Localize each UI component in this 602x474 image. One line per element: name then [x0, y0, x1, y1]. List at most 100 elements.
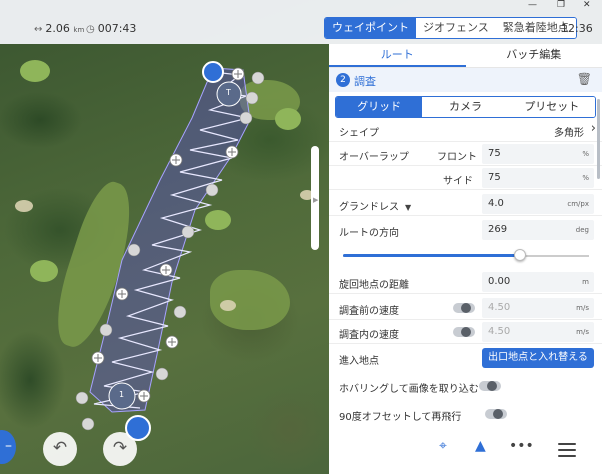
shape-row[interactable]: シェイプ 多角形 › [329, 118, 602, 142]
turn-distance-value: 0.00 [488, 276, 511, 287]
mode-tabs: ウェイポイント ジオフェンス 緊急着陸地点 [324, 17, 577, 39]
vertex-handle [173, 305, 187, 319]
menu-icon [558, 443, 576, 445]
side-label: サイド [443, 176, 473, 187]
slider-fill [343, 254, 521, 257]
restore-icon[interactable]: ❐ [557, 0, 565, 10]
survey-sub-tabs: グリッド カメラ プリセット [335, 96, 596, 118]
tab-route[interactable]: ルート [329, 44, 466, 67]
survey-start-label: 1 [119, 390, 125, 399]
clock: 12:36 [561, 22, 593, 35]
shape-value: 多角形 [554, 128, 584, 139]
menu-icon [558, 449, 576, 451]
top-bar: — ❐ ✕ ↔ 2.06 km ◷ 007:43 ウェイポイント ジオフェンス 緊急… [0, 0, 602, 44]
vertex-handle [239, 111, 253, 125]
gsd-input[interactable]: 4.0 cm/px [482, 194, 594, 214]
vertex-handle [251, 71, 265, 85]
entry-point-label: 進入地点 [339, 356, 379, 367]
turn-distance-row: 旋回地点の距離 0.00 m [329, 270, 602, 294]
vertex-handle [155, 367, 169, 381]
direction-input[interactable]: 269 deg [482, 220, 594, 240]
speed-unit: m/s [576, 304, 589, 312]
vertex-handle [205, 183, 219, 197]
side-overlap-value: 75 [488, 172, 501, 183]
chevron-right-icon: ▶ [313, 196, 319, 204]
survey-header[interactable]: 2 調査 🗑 [329, 68, 602, 92]
percent-unit: % [582, 174, 589, 182]
survey-title: 調査 [354, 75, 376, 88]
overlap-label: オーバーラップ [339, 152, 409, 163]
gsd-row: グランドレス ▼ 4.0 cm/px [329, 192, 602, 216]
hover-capture-label: ホバリングして画像を取り込む [339, 384, 479, 395]
panel-scrollbar[interactable] [597, 99, 600, 179]
time-stat: ◷ 007:43 [86, 22, 136, 35]
map-tools: ⌖ ▲ ••• [425, 428, 539, 470]
pre-speed-toggle[interactable] [453, 303, 475, 313]
gsd-unit: cm/px [567, 200, 589, 208]
in-speed-value: 4.50 [488, 326, 511, 337]
overlap-side-row: サイド 75 % [329, 166, 602, 190]
takeoff-label: T [226, 88, 231, 97]
vertex-handle [181, 225, 195, 239]
turn-distance-label: 旋回地点の距離 [339, 280, 409, 291]
overlap-front-row: オーバーラップ フロント 75 % [329, 142, 602, 166]
panel-tabs: ルート バッチ編集 [329, 44, 602, 68]
direction-unit: deg [575, 226, 589, 234]
distance-value: 2.06 [45, 22, 70, 35]
vertex-handle [245, 91, 259, 105]
in-speed-toggle[interactable] [453, 327, 475, 337]
direction-slider[interactable] [343, 249, 589, 261]
pre-survey-speed-row: 調査前の速度 4.50 m/s [329, 296, 602, 320]
swap-entry-exit-button[interactable]: 出口地点と入れ替える [482, 348, 594, 368]
tab-preset[interactable]: プリセット [508, 97, 595, 117]
gsd-label[interactable]: グランドレス ▼ [339, 198, 411, 213]
turn-distance-input[interactable]: 0.00 m [482, 272, 594, 292]
reflight-toggle[interactable] [485, 409, 507, 419]
front-overlap-value: 75 [488, 148, 501, 159]
gsd-label-text: グランドレス [339, 202, 399, 213]
gsd-value: 4.0 [488, 198, 504, 209]
tab-batch-edit[interactable]: バッチ編集 [466, 44, 602, 67]
reflight-label: 90度オフセットして再飛行 [339, 412, 462, 423]
reflight-row: 90度オフセットして再飛行 [329, 402, 602, 426]
chevron-right-icon: › [590, 121, 596, 136]
undo-button[interactable]: ↶ [43, 432, 77, 466]
hover-capture-row: ホバリングして画像を取り込む [329, 374, 602, 398]
tab-geofence[interactable]: ジオフェンス [416, 18, 496, 38]
tab-waypoint[interactable]: ウェイポイント [325, 18, 416, 38]
menu-button[interactable] [545, 428, 589, 472]
front-overlap-input[interactable]: 75 % [482, 144, 594, 164]
distance-stat: ↔ 2.06 km [34, 22, 84, 35]
shape-label: シェイプ [339, 128, 379, 139]
front-label: フロント [437, 152, 477, 163]
vertex-handle [99, 323, 113, 337]
pre-speed-input[interactable]: 4.50 m/s [482, 298, 594, 318]
hover-capture-toggle[interactable] [479, 381, 501, 391]
close-icon[interactable]: ✕ [583, 0, 591, 10]
distance-icon: ↔ [34, 24, 43, 35]
compass-icon[interactable]: ▲ [475, 438, 486, 454]
tab-camera[interactable]: カメラ [422, 97, 509, 117]
more-icon[interactable]: ••• [509, 438, 534, 454]
survey-number-badge: 2 [336, 73, 350, 87]
mission-panel: ルート バッチ編集 2 調査 🗑 グリッド カメラ プリセット シェイプ 多角形… [329, 44, 602, 474]
timer-icon: ◷ [86, 24, 95, 35]
in-speed-input[interactable]: 4.50 m/s [482, 322, 594, 342]
vertex-handle [127, 243, 141, 257]
side-overlap-input[interactable]: 75 % [482, 168, 594, 188]
percent-unit: % [582, 150, 589, 158]
drone-marker [202, 61, 224, 83]
slider-thumb[interactable] [514, 249, 527, 261]
locate-icon[interactable]: ⌖ [439, 438, 447, 454]
tab-grid[interactable]: グリッド [336, 97, 423, 117]
redo-button[interactable]: ↷ [103, 432, 137, 466]
distance-unit: km [73, 26, 85, 34]
trash-icon[interactable]: 🗑 [577, 72, 592, 86]
entry-point-row: 進入地点 出口地点と入れ替える [329, 346, 602, 370]
minimize-icon[interactable]: — [528, 0, 537, 10]
direction-row: ルートの方向 269 deg [329, 218, 602, 242]
pre-speed-value: 4.50 [488, 302, 511, 313]
direction-value: 269 [488, 224, 508, 235]
turn-distance-unit: m [582, 278, 589, 286]
pre-speed-label: 調査前の速度 [339, 306, 399, 317]
